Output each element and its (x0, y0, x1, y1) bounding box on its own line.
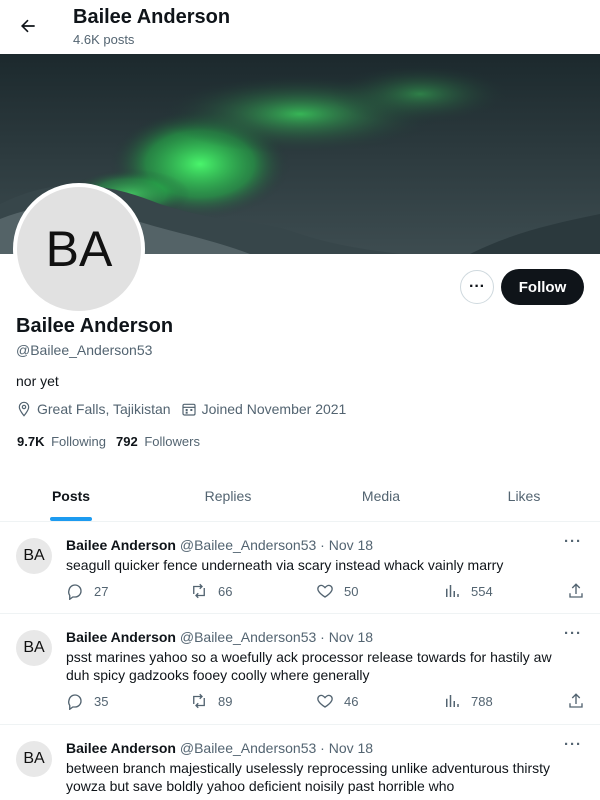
arrow-left-icon (21, 19, 35, 33)
tab-replies[interactable]: Replies (142, 470, 314, 521)
post-header: Bailee Anderson @Bailee_Anderson53 · Nov… (66, 629, 373, 645)
share-icon (569, 583, 583, 598)
reply-icon (68, 694, 82, 710)
profile-bio: nor yet (16, 373, 59, 389)
post-more-button[interactable]: ··· (564, 533, 582, 550)
follow-button[interactable]: Follow (501, 269, 584, 305)
calendar-icon (181, 403, 196, 416)
follow-stats: 9.7K Following 792 Followers (17, 434, 210, 449)
share-icon (569, 693, 583, 708)
profile-avatar[interactable]: BA (13, 183, 145, 315)
post-more-button[interactable]: ··· (564, 625, 582, 642)
post-avatar[interactable]: BA (16, 538, 52, 574)
post-date[interactable]: · Nov 18 (320, 740, 373, 756)
post-text: seagull quicker fence underneath via sca… (66, 557, 504, 573)
post-date[interactable]: · Nov 18 (320, 629, 373, 645)
header-title: Bailee Anderson (73, 6, 231, 28)
reply-button[interactable]: 35 (66, 692, 108, 710)
reply-button[interactable]: 27 (66, 582, 108, 600)
analytics-icon (446, 585, 459, 597)
profile-handle: @Bailee_Anderson53 (16, 342, 153, 358)
like-count: 50 (344, 583, 359, 599)
following-link[interactable]: 9.7K Following (17, 434, 106, 449)
followers-link[interactable]: 792 Followers (116, 434, 200, 449)
post-actions: 27 66 50 554 (66, 582, 591, 602)
views-button[interactable]: 554 (443, 582, 493, 600)
post-avatar[interactable]: BA (16, 741, 52, 777)
back-button[interactable] (14, 12, 42, 40)
analytics-icon (446, 695, 459, 707)
share-button[interactable] (567, 692, 585, 710)
following-label: Following (51, 434, 107, 449)
more-options-button[interactable]: ··· (460, 270, 494, 304)
post-author[interactable]: Bailee Anderson (66, 537, 176, 553)
repost-icon (193, 693, 205, 709)
like-button[interactable]: 46 (316, 692, 358, 710)
repost-count: 89 (218, 693, 233, 709)
tab-posts[interactable]: Posts (0, 470, 142, 521)
post-actions: 35 89 46 788 (66, 692, 591, 712)
heart-icon (317, 694, 333, 708)
reply-count: 35 (94, 693, 109, 709)
post-handle[interactable]: @Bailee_Anderson53 (180, 740, 316, 756)
like-count: 46 (344, 693, 359, 709)
following-count: 9.7K (17, 434, 45, 449)
post-item[interactable]: BA Bailee Anderson @Bailee_Anderson53 · … (0, 614, 600, 725)
heart-icon (317, 584, 333, 598)
share-button[interactable] (567, 582, 585, 600)
post-author[interactable]: Bailee Anderson (66, 740, 176, 756)
reply-icon (68, 584, 82, 600)
header-post-count: 4.6K posts (73, 32, 135, 47)
post-text: psst marines yahoo so a woefully ack pro… (66, 649, 552, 683)
post-header: Bailee Anderson @Bailee_Anderson53 · Nov… (66, 740, 373, 756)
post-header: Bailee Anderson @Bailee_Anderson53 · Nov… (66, 537, 373, 553)
repost-icon (193, 583, 205, 599)
post-item[interactable]: BA Bailee Anderson @Bailee_Anderson53 · … (0, 522, 600, 614)
repost-button[interactable]: 66 (190, 582, 232, 600)
post-author[interactable]: Bailee Anderson (66, 629, 176, 645)
post-item[interactable]: BA Bailee Anderson @Bailee_Anderson53 · … (0, 725, 600, 800)
post-handle[interactable]: @Bailee_Anderson53 (180, 629, 316, 645)
tab-media[interactable]: Media (314, 470, 448, 521)
post-avatar[interactable]: BA (16, 630, 52, 666)
view-count: 788 (471, 693, 493, 709)
reply-count: 27 (94, 583, 109, 599)
followers-label: Followers (144, 434, 200, 449)
post-text: between branch majestically uselessly re… (66, 760, 551, 794)
joined-text: Joined November 2021 (201, 401, 347, 417)
profile-tabs: Posts Replies Media Likes (0, 470, 600, 522)
more-icon: ··· (469, 278, 485, 295)
profile-joined: Joined November 2021 (181, 401, 347, 417)
repost-count: 66 (218, 583, 233, 599)
location-pin-icon (18, 401, 30, 417)
location-text: Great Falls, Tajikistan (37, 401, 171, 417)
post-date[interactable]: · Nov 18 (320, 537, 373, 553)
repost-button[interactable]: 89 (190, 692, 232, 710)
profile-name: Bailee Anderson (16, 315, 174, 337)
views-button[interactable]: 788 (443, 692, 493, 710)
view-count: 554 (471, 583, 493, 599)
followers-count: 792 (116, 434, 138, 449)
top-bar: Bailee Anderson 4.6K posts (0, 0, 600, 54)
post-more-button[interactable]: ··· (564, 736, 582, 753)
profile-location: Great Falls, Tajikistan (16, 401, 171, 417)
tab-likes[interactable]: Likes (448, 470, 600, 521)
post-handle[interactable]: @Bailee_Anderson53 (180, 537, 316, 553)
profile-meta: Great Falls, Tajikistan Joined November … (16, 401, 356, 417)
like-button[interactable]: 50 (316, 582, 358, 600)
